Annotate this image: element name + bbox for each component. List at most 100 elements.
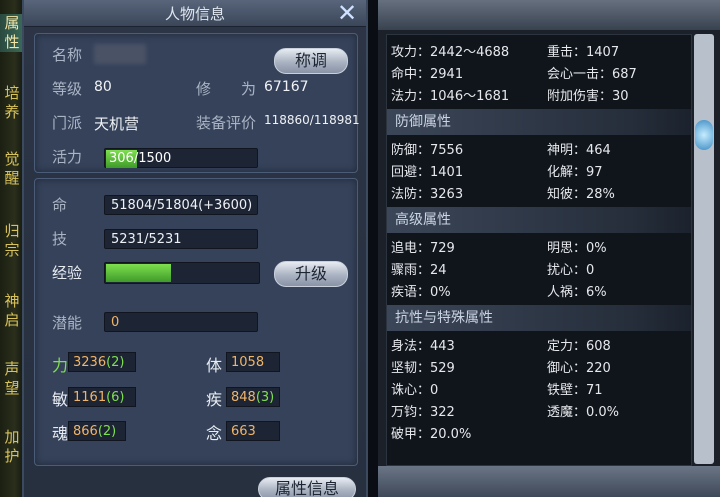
attribute-stat: 知彼：28% <box>547 187 615 202</box>
tab-reputation-label: 声望 <box>4 360 20 397</box>
attribute-detail-panel: 攻力：2442～4688 重击：1407 命中：2941 会心一击：687 法力：104… <box>378 0 720 497</box>
title-button[interactable]: 称调 <box>274 48 348 74</box>
level-value: 80 <box>94 79 112 95</box>
attr-swift-value: 848(3) <box>226 387 280 407</box>
gear-score-value: 118860/118981 <box>264 113 360 127</box>
attribute-stat: 坚韧：529 <box>391 361 455 376</box>
panel-title: 人物信息 <box>164 5 225 23</box>
attribute-stat: 骤雨：24 <box>391 263 447 278</box>
attribute-stat: 定力：608 <box>547 339 611 354</box>
attribute-stat: 追电：729 <box>391 241 455 256</box>
hp-label: 命 <box>52 196 68 214</box>
detail-panel-top <box>378 0 720 30</box>
attribute-scrollbar[interactable] <box>694 34 714 464</box>
vitality-current: 306 <box>109 151 134 166</box>
attr-soul-label: 魂 <box>52 424 69 443</box>
vitality-label: 活力 <box>52 148 83 166</box>
attribute-stat: 铁壁：71 <box>547 383 603 398</box>
side-tab-bar: 属性 培养 觉醒 归宗 神启 声望 加护 <box>0 0 26 497</box>
attribute-stat: 身法：443 <box>391 339 455 354</box>
section-header: 防御属性 <box>387 109 691 135</box>
tab-origin-label: 归宗 <box>4 222 20 259</box>
exp-label: 经验 <box>52 264 83 282</box>
attr-agility-label: 敏 <box>52 390 69 409</box>
panel-title-bar: 人物信息 ✕ <box>24 0 366 27</box>
scroll-thumb[interactable] <box>695 120 713 150</box>
tab-protection[interactable]: 加护 <box>0 428 24 466</box>
attr-soul-number: 866 <box>73 424 98 439</box>
attr-strength-value: 3236(2) <box>68 352 136 372</box>
attribute-stat: 化解：97 <box>547 165 603 180</box>
attribute-stat: 人祸：6% <box>547 285 607 300</box>
attribute-stat: 神明：464 <box>547 143 611 158</box>
attr-agility-bonus: (6) <box>106 390 125 405</box>
attribute-stat: 破甲：20.0% <box>391 427 472 442</box>
tab-cultivate-label: 培养 <box>4 84 20 121</box>
attr-body-label: 体 <box>206 356 223 375</box>
attr-swift-label: 疾 <box>206 390 223 409</box>
tab-awaken[interactable]: 觉醒 <box>0 150 24 188</box>
upgrade-button[interactable]: 升级 <box>274 261 348 287</box>
tab-awaken-label: 觉醒 <box>4 150 20 187</box>
attr-body-number: 1058 <box>231 355 265 370</box>
attribute-stat: 攻力：2442～4688 <box>391 45 510 60</box>
attr-mind-label: 念 <box>206 424 223 443</box>
faction-label: 门派 <box>52 114 83 132</box>
attr-agility-value: 1161(6) <box>68 387 136 407</box>
attribute-stat: 扰心：0 <box>547 263 595 278</box>
skill-field: 5231/5231 <box>104 229 258 249</box>
attribute-stat: 回避：1401 <box>391 165 464 180</box>
character-info-panel: 人物信息 ✕ 名称 ... 称调 等级 80 修 为 67167 门派 天机营 … <box>22 0 368 497</box>
attr-body-value: 1058 <box>226 352 280 372</box>
cultivation-label: 修 为 <box>196 80 257 98</box>
attribute-stat: 会心一击：687 <box>547 67 637 82</box>
vitality-text: 306/1500 <box>109 149 171 169</box>
tab-reputation[interactable]: 声望 <box>0 360 24 398</box>
attr-agility-number: 1161 <box>73 390 107 405</box>
attribute-stat: 万钧：322 <box>391 405 455 420</box>
skill-label: 技 <box>52 230 68 248</box>
attr-strength-number: 3236 <box>73 355 107 370</box>
gear-score-label: 装备评价 <box>196 114 257 132</box>
vitality-bar: 306/1500 <box>104 148 258 168</box>
attribute-stat: 透魔：0.0% <box>547 405 620 420</box>
hp-field: 51804/51804(+3600) <box>104 195 258 215</box>
attr-soul-bonus: (2) <box>97 424 117 439</box>
section-header: 抗性与特殊属性 <box>387 305 691 331</box>
exp-bar <box>104 262 260 284</box>
attribute-stat: 诛心：0 <box>391 383 439 398</box>
attribute-stat: 命中：2941 <box>391 67 464 82</box>
attribute-stat: 疾语：0% <box>391 285 451 300</box>
name-censor <box>94 44 146 64</box>
game-character-screen: 属性 培养 觉醒 归宗 神启 声望 加护 人物信息 ✕ 名称 ... 称调 等级… <box>0 0 720 497</box>
attr-strength-bonus: (2) <box>106 355 125 370</box>
tab-divine-label: 神启 <box>4 292 20 329</box>
potential-field: 0 <box>104 312 258 332</box>
tab-protection-label: 加护 <box>4 428 20 465</box>
attr-mind-value: 663 <box>226 421 280 441</box>
tab-origin[interactable]: 归宗 <box>0 222 24 260</box>
attr-mind-number: 663 <box>231 424 256 439</box>
tab-cultivate[interactable]: 培养 <box>0 84 24 122</box>
attribute-stat: 重击：1407 <box>547 45 620 60</box>
attribute-info-button[interactable]: 属性信息 <box>258 477 356 497</box>
attr-strength-label: 力 <box>52 356 69 375</box>
faction-value: 天机营 <box>94 115 140 133</box>
attr-swift-number: 848 <box>231 390 256 405</box>
close-icon[interactable]: ✕ <box>334 0 360 26</box>
attribute-stat: 御心：220 <box>547 361 611 376</box>
attr-swift-bonus: (3) <box>255 390 275 405</box>
detail-panel-bottom <box>378 466 720 497</box>
level-label: 等级 <box>52 80 83 98</box>
vitality-max: /1500 <box>133 151 172 166</box>
attribute-list: 攻力：2442～4688 重击：1407 命中：2941 会心一击：687 法力：104… <box>386 34 692 466</box>
tab-attributes-label: 属性 <box>4 14 20 51</box>
potential-label: 潜能 <box>52 314 83 332</box>
attribute-stat: 法力：1046～1681 <box>391 89 510 104</box>
attribute-stat: 法防：3263 <box>391 187 464 202</box>
attribute-stat: 附加伤害：30 <box>547 89 629 104</box>
tab-divine[interactable]: 神启 <box>0 292 24 330</box>
exp-fill <box>106 264 172 282</box>
name-label: 名称 <box>52 46 83 64</box>
attribute-stat: 明思：0% <box>547 241 607 256</box>
